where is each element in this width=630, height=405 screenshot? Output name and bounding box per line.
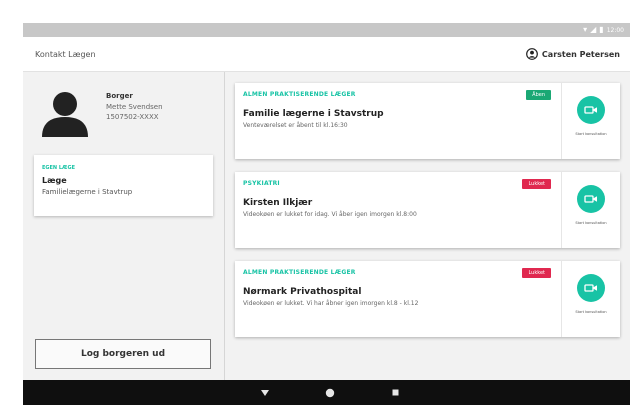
avatar [42, 92, 88, 137]
back-icon [261, 389, 269, 396]
clinic-list: ALMEN PRAKTISERENDE LÆGER Åben Familie l… [225, 72, 630, 380]
clinic-category: PSYKIATRI [243, 180, 280, 187]
back-button[interactable] [255, 380, 275, 405]
video-camera-icon [584, 284, 597, 292]
start-consultation-action: Start konsultation [562, 172, 620, 248]
start-consultation-button[interactable] [577, 96, 605, 124]
video-camera-icon [584, 195, 597, 203]
recents-button[interactable] [385, 380, 405, 405]
clinic-subtitle: Videokøen er lukket. Vi har åbner igen i… [243, 300, 419, 307]
status-bar: ▾ ◢ ▮ 12:00 [23, 23, 630, 37]
own-doctor-section: EGEN LÆGE [42, 165, 75, 171]
logout-button[interactable]: Log borgeren ud [35, 339, 211, 369]
start-consultation-action: Start konsultation [562, 261, 620, 337]
citizen-name: Mette Svendsen [106, 103, 163, 111]
sidebar: Borger Mette Svendsen 1507502-XXXX EGEN … [23, 72, 225, 380]
clinic-card-body: PSYKIATRI Lukket Kirsten Ilkjær Videokøe… [235, 172, 562, 248]
own-doctor-clinic: Familielægerne i Stavtrup [42, 188, 133, 196]
clinic-card[interactable]: ALMEN PRAKTISERENDE LÆGER Lukket Nørmark… [235, 261, 620, 337]
clinic-card-body: ALMEN PRAKTISERENDE LÆGER Åben Familie l… [235, 83, 562, 159]
home-icon [325, 388, 335, 397]
clinic-category: ALMEN PRAKTISERENDE LÆGER [243, 91, 356, 98]
start-consultation-label: Start konsultation [575, 221, 607, 225]
user-menu[interactable]: Carsten Petersen [526, 48, 620, 60]
clinic-subtitle: Venteværelset er åbent til kl.16:30 [243, 122, 348, 129]
user-name: Carsten Petersen [541, 49, 620, 59]
own-doctor-card[interactable]: EGEN LÆGE Læge Familielægerne i Stavtrup [34, 155, 213, 216]
recents-icon [392, 389, 398, 396]
status-time: 12:00 [606, 26, 624, 34]
status-badge: Lukket [522, 268, 551, 278]
home-button[interactable] [320, 380, 340, 405]
status-badge: Åben [526, 90, 551, 100]
battery-icon: ▮ [599, 25, 604, 34]
clinic-subtitle: Videokøen er lukket for idag. Vi åber ig… [243, 211, 417, 218]
clinic-title: Nørmark Privathospital [243, 287, 362, 297]
status-badge: Lukket [522, 179, 551, 189]
clinic-category: ALMEN PRAKTISERENDE LÆGER [243, 269, 356, 276]
start-consultation-label: Start konsultation [575, 310, 607, 314]
citizen-profile: Borger Mette Svendsen 1507502-XXXX [38, 89, 163, 139]
page-title: Kontakt Lægen [35, 49, 96, 59]
start-consultation-action: Start konsultation [562, 83, 620, 159]
own-doctor-title: Læge [42, 176, 67, 185]
app-header: Kontakt Lægen Carsten Petersen [23, 37, 630, 72]
user-icon [526, 48, 538, 60]
citizen-cpr: 1507502-XXXX [106, 113, 159, 121]
signal-icon: ◢ [590, 25, 597, 34]
video-camera-icon [584, 106, 597, 114]
clinic-card-body: ALMEN PRAKTISERENDE LÆGER Lukket Nørmark… [235, 261, 562, 337]
tablet-screen: ▾ ◢ ▮ 12:00 Kontakt Lægen Carsten Peters… [23, 23, 630, 405]
clinic-title: Familie lægerne i Stavstrup [243, 109, 384, 119]
start-consultation-button[interactable] [577, 185, 605, 213]
wifi-icon: ▾ [583, 25, 588, 34]
clinic-title: Kirsten Ilkjær [243, 198, 313, 208]
start-consultation-button[interactable] [577, 274, 605, 302]
clinic-card[interactable]: PSYKIATRI Lukket Kirsten Ilkjær Videokøe… [235, 172, 620, 248]
clinic-card[interactable]: ALMEN PRAKTISERENDE LÆGER Åben Familie l… [235, 83, 620, 159]
system-navigation-bar [23, 380, 630, 405]
citizen-info: Borger Mette Svendsen 1507502-XXXX [106, 89, 163, 139]
main-content: Borger Mette Svendsen 1507502-XXXX EGEN … [23, 72, 630, 380]
start-consultation-label: Start konsultation [575, 132, 607, 136]
citizen-label: Borger [106, 92, 133, 100]
